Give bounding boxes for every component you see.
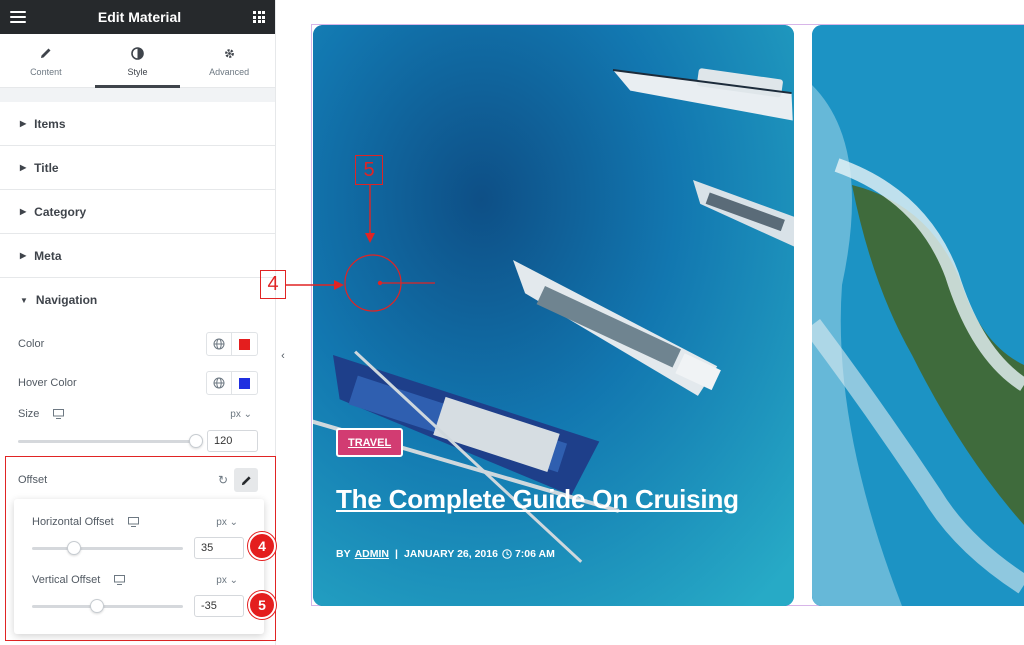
section-items-label: Items [34, 116, 66, 131]
color-picker [206, 332, 258, 356]
panel-tabs: Content Style Advanced [0, 34, 275, 88]
hover-color-swatch[interactable] [232, 372, 257, 394]
horizontal-offset-control: Horizontal Offset px ⌄ [32, 514, 238, 530]
section-items[interactable]: ▶ Items [0, 102, 275, 146]
globe-icon[interactable] [207, 372, 232, 394]
next-post-card[interactable] [812, 25, 1024, 606]
offset-control: Offset ↻ [18, 468, 258, 492]
section-navigation-label: Navigation [35, 293, 98, 307]
coastline-photo [812, 25, 1024, 606]
tab-style[interactable]: Style [92, 34, 184, 88]
vertical-offset-control: Vertical Offset px ⌄ [32, 572, 238, 588]
color-swatch-fill [239, 338, 250, 350]
section-meta[interactable]: ▶ Meta [0, 234, 275, 278]
meta-date: JANUARY 26, 2016 [403, 548, 498, 560]
annotation-label-4: 4 [260, 270, 286, 299]
meta-separator: | [395, 548, 398, 560]
panel-header: Edit Material [0, 0, 275, 34]
cruising-photo [313, 25, 794, 606]
reset-icon[interactable]: ↻ [218, 473, 228, 487]
tab-advanced[interactable]: Advanced [183, 34, 275, 87]
post-title[interactable]: The Complete Guide On Cruising [336, 484, 739, 515]
post-meta: BY ADMIN | JANUARY 26, 2016 7:06 AM [336, 548, 555, 560]
pencil-icon [241, 475, 251, 485]
vertical-slider-thumb[interactable] [89, 599, 104, 613]
hover-color-label: Hover Color [18, 377, 77, 389]
half-circle-icon [131, 44, 144, 62]
section-title[interactable]: ▶ Title [0, 146, 275, 190]
section-title-label: Title [34, 160, 59, 175]
size-control: Size px ⌄ [18, 406, 258, 422]
tab-style-label: Style [127, 67, 148, 77]
horizontal-unit-select[interactable]: px ⌄ [216, 517, 238, 528]
size-unit-label: px [230, 408, 241, 420]
horizontal-offset-label: Horizontal Offset [32, 516, 114, 528]
monitor-icon[interactable] [114, 575, 126, 585]
size-unit-select[interactable]: px ⌄ [230, 409, 252, 420]
caret-right-icon: ▶ [20, 251, 27, 260]
vertical-offset-input[interactable]: -35 [194, 595, 244, 617]
monitor-icon[interactable] [53, 409, 65, 419]
category-tag[interactable]: TRAVEL [336, 428, 404, 457]
size-label: Size [18, 408, 40, 420]
tab-content[interactable]: Content [0, 34, 92, 87]
color-label: Color [18, 338, 45, 350]
horizontal-unit-label: px [216, 516, 227, 528]
hover-color-picker [206, 371, 258, 395]
section-spacer [0, 88, 275, 102]
pencil-icon [40, 44, 52, 62]
monitor-icon[interactable] [127, 517, 139, 527]
color-control: Color [18, 332, 258, 356]
size-slider-track[interactable] [18, 440, 196, 443]
widgets-grid-icon[interactable] [253, 11, 265, 23]
vertical-unit-label: px [216, 574, 227, 586]
section-category-label: Category [34, 204, 87, 219]
hover-color-control: Hover Color [18, 371, 258, 395]
section-navigation[interactable]: ▼ Navigation [0, 278, 275, 322]
annotation-arrow-down [365, 185, 375, 243]
clock-icon [502, 549, 512, 559]
meta-by: BY [336, 548, 351, 560]
vertical-offset-label: Vertical Offset [32, 574, 101, 586]
vertical-slider-track[interactable] [32, 605, 183, 608]
color-swatch[interactable] [232, 333, 257, 355]
vertical-unit-select[interactable]: px ⌄ [216, 575, 238, 586]
caret-right-icon: ▶ [20, 207, 27, 216]
meta-time: 7:06 AM [514, 548, 555, 560]
hover-color-swatch-fill [239, 377, 250, 389]
tab-advanced-label: Advanced [209, 67, 250, 77]
annotation-badge-5: 5 [248, 591, 276, 619]
horizontal-slider-track[interactable] [32, 547, 183, 550]
caret-down-icon: ▼ [20, 295, 28, 305]
edit-offset-button[interactable] [234, 468, 258, 492]
gear-icon [223, 44, 236, 62]
horizontal-offset-input[interactable]: 35 [194, 537, 244, 559]
annotation-badge-4: 4 [248, 532, 276, 560]
size-slider-thumb[interactable] [189, 434, 203, 448]
post-card[interactable] [313, 25, 794, 606]
section-meta-label: Meta [34, 248, 62, 263]
tab-content-label: Content [30, 67, 62, 77]
panel-title: Edit Material [97, 9, 182, 25]
size-input[interactable]: 120 [207, 430, 258, 452]
section-category[interactable]: ▶ Category [0, 190, 275, 234]
meta-author-link[interactable]: ADMIN [355, 548, 389, 560]
annotation-arrow-right [286, 280, 344, 290]
collapse-panel-icon[interactable]: ‹ [276, 336, 290, 376]
globe-icon[interactable] [207, 333, 232, 355]
offset-label: Offset [18, 474, 48, 486]
caret-right-icon: ▶ [20, 119, 27, 128]
caret-right-icon: ▶ [20, 163, 27, 172]
hamburger-menu-icon[interactable] [10, 11, 26, 23]
annotation-label-5: 5 [355, 155, 383, 185]
